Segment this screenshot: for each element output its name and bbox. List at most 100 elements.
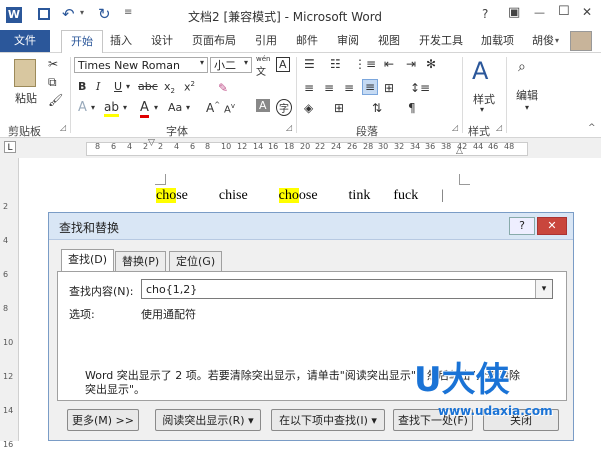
more-button[interactable]: 更多(M) >> <box>67 409 139 431</box>
font-size-dropdown-icon[interactable]: ▾ <box>244 58 248 67</box>
show-marks-icon[interactable]: ¶ <box>408 101 416 115</box>
editing-dropdown-icon[interactable]: ▾ <box>525 103 529 112</box>
clear-format-icon[interactable]: ✎ <box>218 81 228 95</box>
enclose-char-icon[interactable]: 字 <box>276 99 292 116</box>
paragraph-launcher-icon[interactable]: ◿ <box>452 123 458 132</box>
ribbon-display-icon[interactable]: ▣ <box>508 5 520 20</box>
tab-page-layout[interactable]: 页面布局 <box>192 30 236 52</box>
strikethrough-icon[interactable]: abc <box>138 80 158 93</box>
clipboard-launcher-icon[interactable]: ◿ <box>60 123 66 132</box>
styles-launcher-icon[interactable]: ◿ <box>496 123 502 132</box>
word-fuck: fuck <box>393 188 419 203</box>
collapse-ribbon-icon[interactable]: ^ <box>588 123 596 133</box>
tab-developer[interactable]: 开发工具 <box>419 30 463 52</box>
word-icon[interactable]: W <box>6 7 22 23</box>
styles-dropdown-icon[interactable]: ▾ <box>480 105 484 114</box>
dialog-close-button[interactable]: ✕ <box>537 217 567 235</box>
change-case-icon[interactable]: Aa <box>168 101 182 114</box>
align-right-icon[interactable]: ≡ <box>344 81 354 95</box>
underline-icon[interactable]: U <box>114 80 122 93</box>
phonetic-guide-text[interactable]: wén <box>256 55 270 63</box>
tab-design[interactable]: 设计 <box>151 30 173 52</box>
find-in-button[interactable]: 在以下项中查找(I) ▾ <box>271 409 385 431</box>
line-spacing-icon[interactable]: ↕≡ <box>410 81 430 95</box>
cut-icon[interactable]: ✂ <box>48 57 58 71</box>
user-name[interactable]: 胡俊 <box>532 30 554 52</box>
reading-highlight-button[interactable]: 阅读突出显示(R) ▾ <box>155 409 261 431</box>
avatar[interactable] <box>570 31 592 51</box>
font-name-dropdown-icon[interactable]: ▾ <box>200 58 204 67</box>
help-icon[interactable]: ? <box>482 7 488 21</box>
user-dropdown-icon[interactable]: ▾ <box>555 36 559 45</box>
paste-label[interactable]: 粘贴 <box>15 90 37 106</box>
tab-goto[interactable]: 定位(G) <box>169 251 223 272</box>
save-icon[interactable] <box>38 8 50 20</box>
grow-font-icon[interactable]: A^ <box>206 101 220 115</box>
tab-review[interactable]: 审阅 <box>337 30 359 52</box>
shading-icon[interactable]: ◈ <box>304 101 313 115</box>
borders-icon[interactable]: ⊞ <box>334 101 344 115</box>
multilevel-list-icon[interactable]: ⋮≡ <box>354 57 376 71</box>
styles-icon[interactable]: A <box>472 57 488 85</box>
decrease-indent-icon[interactable]: ⇤ <box>384 57 394 71</box>
italic-icon[interactable]: I <box>96 80 100 93</box>
redo-icon[interactable]: ↻ <box>98 5 111 23</box>
superscript-icon[interactable]: x2 <box>184 80 195 94</box>
shrink-font-icon[interactable]: Av <box>224 102 235 115</box>
format-painter-icon[interactable]: 🖌 <box>48 93 63 107</box>
align-center-icon[interactable]: ≡ <box>324 81 334 95</box>
bold-icon[interactable]: B <box>78 80 86 93</box>
tab-insert[interactable]: 插入 <box>110 30 132 52</box>
phonetic-guide-icon[interactable]: 文 <box>256 63 266 78</box>
align-left-icon[interactable]: ≡ <box>304 81 314 95</box>
tab-selector-icon[interactable]: L <box>4 141 16 153</box>
tab-references[interactable]: 引用 <box>255 30 277 52</box>
find-history-dropdown-icon[interactable]: ▾ <box>535 280 552 298</box>
find-input[interactable]: cho{1,2} ▾ <box>141 279 553 299</box>
bullets-icon[interactable]: ☰ <box>304 57 315 71</box>
font-color-dropdown-icon[interactable]: ▾ <box>154 103 158 112</box>
highlight-color-icon[interactable]: ab <box>104 100 119 117</box>
minimize-button[interactable]: — <box>534 6 545 19</box>
font-name-select[interactable]: Times New Roman <box>74 57 208 73</box>
distributed-icon[interactable]: ⊞ <box>384 81 394 95</box>
dialog-help-button[interactable]: ? <box>509 217 535 235</box>
tab-view[interactable]: 视图 <box>378 30 400 52</box>
paste-icon[interactable] <box>14 59 36 87</box>
tab-home[interactable]: 开始 <box>61 30 103 54</box>
subscript-icon[interactable]: x2 <box>164 80 175 95</box>
vertical-ruler[interactable]: 2 4 6 8 10 12 14 16 <box>0 158 19 449</box>
underline-dropdown-icon[interactable]: ▾ <box>126 82 130 91</box>
close-button[interactable]: ✕ <box>582 5 592 19</box>
text-effects-icon[interactable]: A <box>78 100 87 115</box>
increase-indent-icon[interactable]: ⇥ <box>406 57 416 71</box>
maximize-button[interactable]: ☐ <box>558 4 570 19</box>
dialog-title-bar[interactable]: 查找和替换 ? ✕ <box>49 213 573 240</box>
binoculars-icon[interactable]: ⌕ <box>518 59 526 75</box>
char-border-icon[interactable]: A <box>276 57 290 72</box>
tab-addins[interactable]: 加载项 <box>481 30 514 52</box>
tab-find[interactable]: 查找(D) <box>61 249 115 272</box>
copy-icon[interactable]: ⧉ <box>48 75 57 90</box>
tab-file[interactable]: 文件 <box>0 30 50 52</box>
customize-qat-icon[interactable]: ≡ <box>124 7 132 18</box>
ruler-tick-label: 20 <box>300 142 311 151</box>
change-case-dropdown-icon[interactable]: ▾ <box>186 103 190 112</box>
right-indent-marker-icon[interactable]: △ <box>456 146 463 156</box>
tab-mailings[interactable]: 邮件 <box>296 30 318 52</box>
tab-replace[interactable]: 替换(P) <box>115 251 167 272</box>
font-color-icon[interactable]: A <box>140 100 149 118</box>
undo-icon[interactable]: ↶ <box>62 5 75 23</box>
numbering-icon[interactable]: ☷ <box>330 57 341 71</box>
text-effects-dropdown-icon[interactable]: ▾ <box>91 103 95 112</box>
horizontal-ruler[interactable]: L 8 6 4 2 2 4 6 8 10 12 14 16 18 20 22 24 26 28 30 32 34 36 38… <box>0 138 601 159</box>
char-shading-icon[interactable]: A <box>256 99 270 112</box>
sort-icon[interactable]: ⇅ <box>372 101 382 115</box>
undo-dropdown-icon[interactable]: ▾ <box>80 8 84 17</box>
editing-label[interactable]: 编辑 <box>516 87 538 103</box>
justify-icon[interactable]: ≡ <box>362 79 379 95</box>
chinese-layout-icon[interactable]: ✻ <box>426 57 436 71</box>
font-launcher-icon[interactable]: ◿ <box>286 123 292 132</box>
indent-marker-icon[interactable]: ▽ <box>148 138 155 148</box>
highlight-dropdown-icon[interactable]: ▾ <box>123 103 127 112</box>
